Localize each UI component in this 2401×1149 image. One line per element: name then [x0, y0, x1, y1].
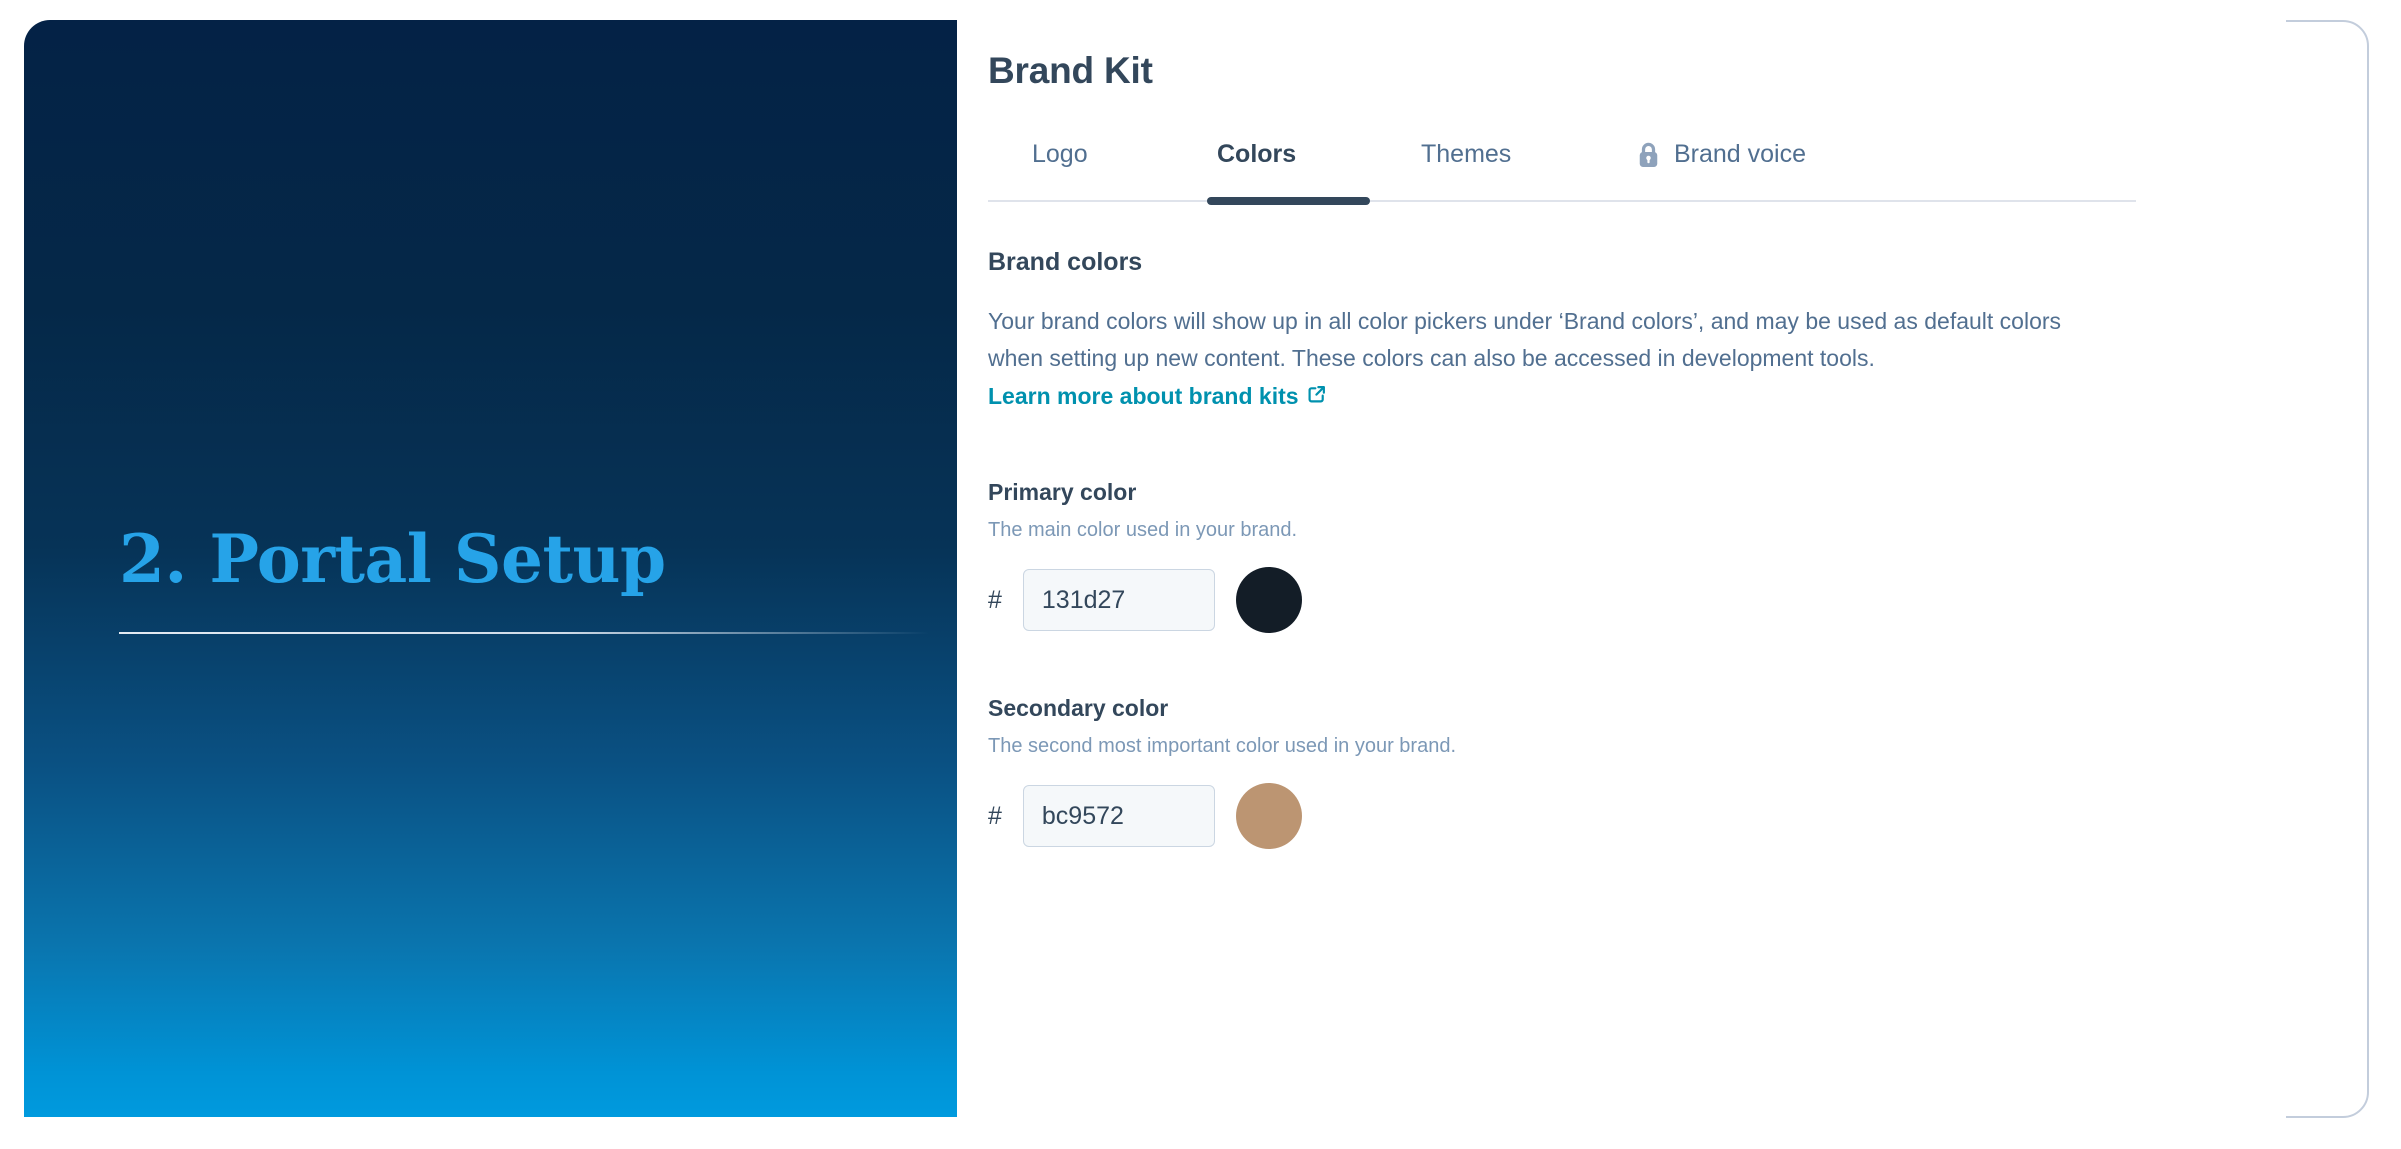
tab-colors[interactable]: Colors: [1217, 140, 1296, 169]
secondary-color-field: Secondary color The second most importan…: [988, 695, 2188, 850]
page-title: Brand Kit: [988, 50, 1153, 91]
primary-color-row: #: [988, 567, 2188, 634]
lock-icon: [1636, 141, 1661, 169]
primary-color-label: Primary color: [988, 479, 1137, 506]
active-tab-indicator: [1207, 197, 1370, 205]
secondary-color-help: The second most important color used in …: [988, 735, 1457, 758]
frame-mask-bottom: [0, 1120, 2401, 1149]
secondary-hash-prefix: #: [988, 801, 1002, 830]
section-description: Your brand colors will show up in all co…: [988, 303, 2118, 417]
secondary-color-row: #: [988, 783, 2188, 850]
hero-title: 2. Portal Setup: [119, 520, 666, 598]
tab-brand-voice[interactable]: Brand voice: [1636, 140, 1806, 169]
learn-more-link[interactable]: Learn more about brand kits: [988, 383, 1328, 409]
tab-logo[interactable]: Logo: [1032, 140, 1088, 169]
section-description-text: Your brand colors will show up in all co…: [988, 308, 2062, 372]
secondary-color-input[interactable]: [1022, 785, 1215, 848]
brand-kit-pane: Brand Kit Logo Colors Themes Brand voice: [988, 20, 2188, 850]
tab-themes[interactable]: Themes: [1421, 140, 1511, 169]
tab-colors-label: Colors: [1217, 140, 1297, 168]
tab-bar: Logo Colors Themes Brand voice: [988, 128, 2136, 205]
primary-hash-prefix: #: [988, 585, 1002, 614]
primary-color-swatch[interactable]: [1235, 567, 1302, 634]
tab-logo-label: Logo: [1032, 140, 1088, 168]
external-link-icon: [1305, 380, 1328, 417]
learn-more-label: Learn more about brand kits: [988, 382, 1299, 409]
secondary-color-label: Secondary color: [988, 695, 1169, 722]
hero-divider: [119, 632, 929, 635]
primary-color-help: The main color used in your brand.: [988, 519, 1298, 542]
secondary-color-swatch[interactable]: [1235, 783, 1302, 850]
tab-brand-voice-label: Brand voice: [1674, 140, 1807, 168]
hero-panel: 2. Portal Setup: [24, 20, 957, 1117]
primary-color-input[interactable]: [1022, 569, 1215, 632]
hero-content: 2. Portal Setup: [119, 520, 939, 635]
primary-color-field: Primary color The main color used in you…: [988, 479, 2188, 634]
tab-themes-label: Themes: [1421, 140, 1512, 168]
section-heading: Brand colors: [988, 248, 1143, 276]
